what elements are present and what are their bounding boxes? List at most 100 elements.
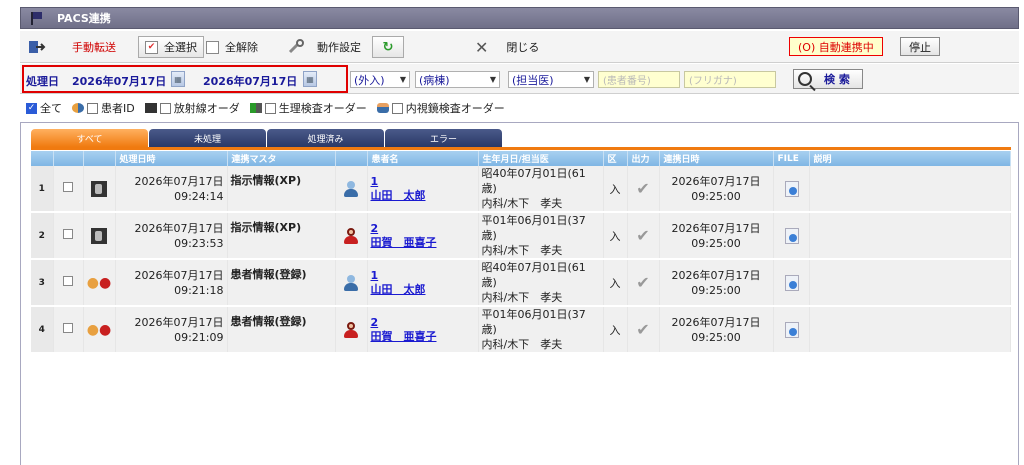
row-checkbox[interactable] [63, 323, 73, 333]
select-all-button[interactable]: ✔ 全選択 [138, 36, 204, 58]
table-row[interactable]: 1 2026年07月17日 09:24:14 指示情報(XP) 1 山田 太郎 昭40年07… [31, 166, 1011, 213]
dob-doctor-cell: 昭40年07月01日(61歳) 内科/木下 孝夫 [478, 166, 604, 213]
inout-select[interactable]: (外入) ▼ [350, 71, 410, 88]
col-link-datetime[interactable]: 連携日時 [659, 151, 774, 166]
dob-doctor-cell: 平01年06月01日(37歳) 内科/木下 孝夫 [478, 306, 604, 354]
patient-icon [72, 103, 84, 113]
table-row[interactable]: 4 ●● 2026年07月17日 09:21:09 患者情報(登録) 2 田賀 亜喜子 平01… [31, 306, 1011, 354]
process-date-label: 処理日 [26, 75, 59, 88]
xray-icon [91, 180, 107, 197]
calendar-from-icon[interactable]: ▦ [171, 71, 185, 87]
col-description[interactable]: 説明 [809, 151, 1011, 166]
table-row[interactable]: 2 2026年07月17日 09:23:53 指示情報(XP) 2 田賀 亜喜子 平01年0… [31, 212, 1011, 260]
patient-id-link[interactable]: 1 [371, 175, 475, 189]
patient-cell[interactable]: 2 田賀 亜喜子 [367, 306, 479, 354]
checked-box-icon: ✓ [26, 102, 37, 114]
xray-icon [91, 227, 107, 244]
patient-name-link[interactable]: 山田 太郎 [371, 283, 475, 297]
output-check-icon: ✔ [627, 212, 660, 260]
category-filter-row: ✓ 全て 患者ID 放射線オーダ 生理検査オーダー 内視鏡検査オーダー [20, 96, 1019, 120]
file-icon[interactable] [784, 227, 799, 244]
refresh-button[interactable]: ↻ [372, 36, 404, 58]
table-header: 処理日時 連携マスタ 患者名 生年月日/担当医 区 出力 連携日時 FILE 説… [31, 151, 1011, 166]
file-icon[interactable] [784, 180, 799, 197]
patient-number-input[interactable]: (患者番号) [598, 71, 680, 88]
empty-box-icon [206, 40, 219, 54]
tab-all[interactable]: すべて [31, 129, 148, 147]
calendar-to-icon[interactable]: ▦ [303, 71, 317, 87]
description-cell [809, 306, 1011, 354]
deselect-all-button[interactable]: 全解除 [206, 36, 258, 58]
search-button[interactable]: 検 索 [793, 69, 863, 89]
description-cell [809, 166, 1011, 213]
file-icon[interactable] [784, 321, 799, 338]
category-endoscopy-checkbox[interactable]: 内視鏡検査オーダー [376, 100, 505, 116]
refresh-icon: ↻ [382, 39, 394, 55]
col-dob-doctor[interactable]: 生年月日/担当医 [478, 151, 604, 166]
process-datetime-cell: 2026年07月17日 09:23:53 [115, 212, 228, 260]
link-log-table: 処理日時 連携マスタ 患者名 生年月日/担当医 区 出力 連携日時 FILE 説… [31, 151, 1011, 354]
col-patient-name[interactable]: 患者名 [367, 151, 479, 166]
master-cell: 患者情報(登録) [227, 259, 336, 307]
tab-processed[interactable]: 処理済み [267, 129, 384, 147]
filter-bar: 処理日 2026年07月17日 ▦ 2026年07月17日 ▦ (外入) ▼ (病… [20, 64, 1019, 94]
row-number: 3 [31, 259, 54, 307]
patient-name-link[interactable]: 田賀 亜喜子 [371, 330, 475, 344]
link-datetime-cell: 2026年07月17日 09:25:00 [659, 166, 774, 213]
close-icon: ✕ [475, 37, 489, 57]
row-checkbox[interactable] [63, 182, 73, 192]
col-process-datetime[interactable]: 処理日時 [115, 151, 228, 166]
chevron-down-icon: ▼ [399, 75, 406, 84]
description-cell [809, 259, 1011, 307]
col-output[interactable]: 出力 [627, 151, 660, 166]
link-datetime-cell: 2026年07月17日 09:25:00 [659, 259, 774, 307]
patient-id-link[interactable]: 2 [371, 316, 475, 330]
master-cell: 指示情報(XP) [227, 166, 336, 213]
output-check-icon: ✔ [627, 259, 660, 307]
patient-id-link[interactable]: 1 [371, 269, 475, 283]
auto-link-status-badge: (O) 自動連携中 [789, 37, 883, 56]
ku-cell: 入 [603, 259, 628, 307]
doctor-select[interactable]: (担当医) ▼ [508, 71, 594, 88]
file-icon[interactable] [784, 274, 799, 291]
date-to-field[interactable]: 2026年07月17日 [203, 73, 297, 89]
col-file[interactable]: FILE [773, 151, 810, 166]
patient-cell[interactable]: 1 山田 太郎 [367, 166, 479, 213]
row-number: 1 [31, 166, 54, 213]
stop-button[interactable]: 停止 [900, 37, 940, 56]
master-cell: 患者情報(登録) [227, 306, 336, 354]
date-from-field[interactable]: 2026年07月17日 [72, 73, 166, 89]
settings-button[interactable]: 動作設定 [287, 36, 365, 58]
table-row[interactable]: 3 ●● 2026年07月17日 09:21:18 患者情報(登録) 1 山田 太郎 昭40年… [31, 259, 1011, 307]
female-patient-icon [342, 227, 360, 245]
category-physio-checkbox[interactable]: 生理検査オーダー [249, 100, 367, 116]
transfer-icon [29, 41, 46, 53]
patient-cell[interactable]: 2 田賀 亜喜子 [367, 212, 479, 260]
close-button[interactable]: ✕ 閉じる [475, 36, 543, 58]
window-title: PACS連携 [57, 12, 111, 25]
category-all-checkbox[interactable]: ✓ 全て [26, 100, 62, 116]
results-panel: すべて 未処理 処理済み エラー 処理日時 連携マスタ 患者名 生年月日/担当医… [20, 122, 1019, 465]
category-radiology-checkbox[interactable]: 放射線オーダ [144, 100, 240, 116]
ward-select[interactable]: (病棟) ▼ [415, 71, 500, 88]
kana-name-input[interactable]: (フリガナ) [684, 71, 776, 88]
category-patient-id-checkbox[interactable]: 患者ID [72, 100, 135, 116]
row-checkbox[interactable] [63, 229, 73, 239]
col-ku[interactable]: 区 [603, 151, 628, 166]
row-number: 2 [31, 212, 54, 260]
toolbar: 手動転送 ✔ 全選択 全解除 動作設定 ↻ ✕ 閉じる (O) 自動連携中 停止 [20, 31, 1019, 63]
patient-name-link[interactable]: 田賀 亜喜子 [371, 236, 475, 250]
patient-id-link[interactable]: 2 [371, 222, 475, 236]
col-master[interactable]: 連携マスタ [227, 151, 336, 166]
patient-cell[interactable]: 1 山田 太郎 [367, 259, 479, 307]
row-checkbox[interactable] [63, 276, 73, 286]
window-title-bar: PACS連携 [20, 7, 1019, 29]
tab-unprocessed[interactable]: 未処理 [149, 129, 266, 147]
tab-error[interactable]: エラー [385, 129, 502, 147]
patient-name-link[interactable]: 山田 太郎 [371, 189, 475, 203]
male-patient-icon [342, 180, 360, 198]
chevron-down-icon: ▼ [583, 75, 590, 84]
search-icon [798, 72, 812, 86]
process-datetime-cell: 2026年07月17日 09:24:14 [115, 166, 228, 213]
manual-transfer-button[interactable]: 手動転送 [28, 36, 120, 58]
